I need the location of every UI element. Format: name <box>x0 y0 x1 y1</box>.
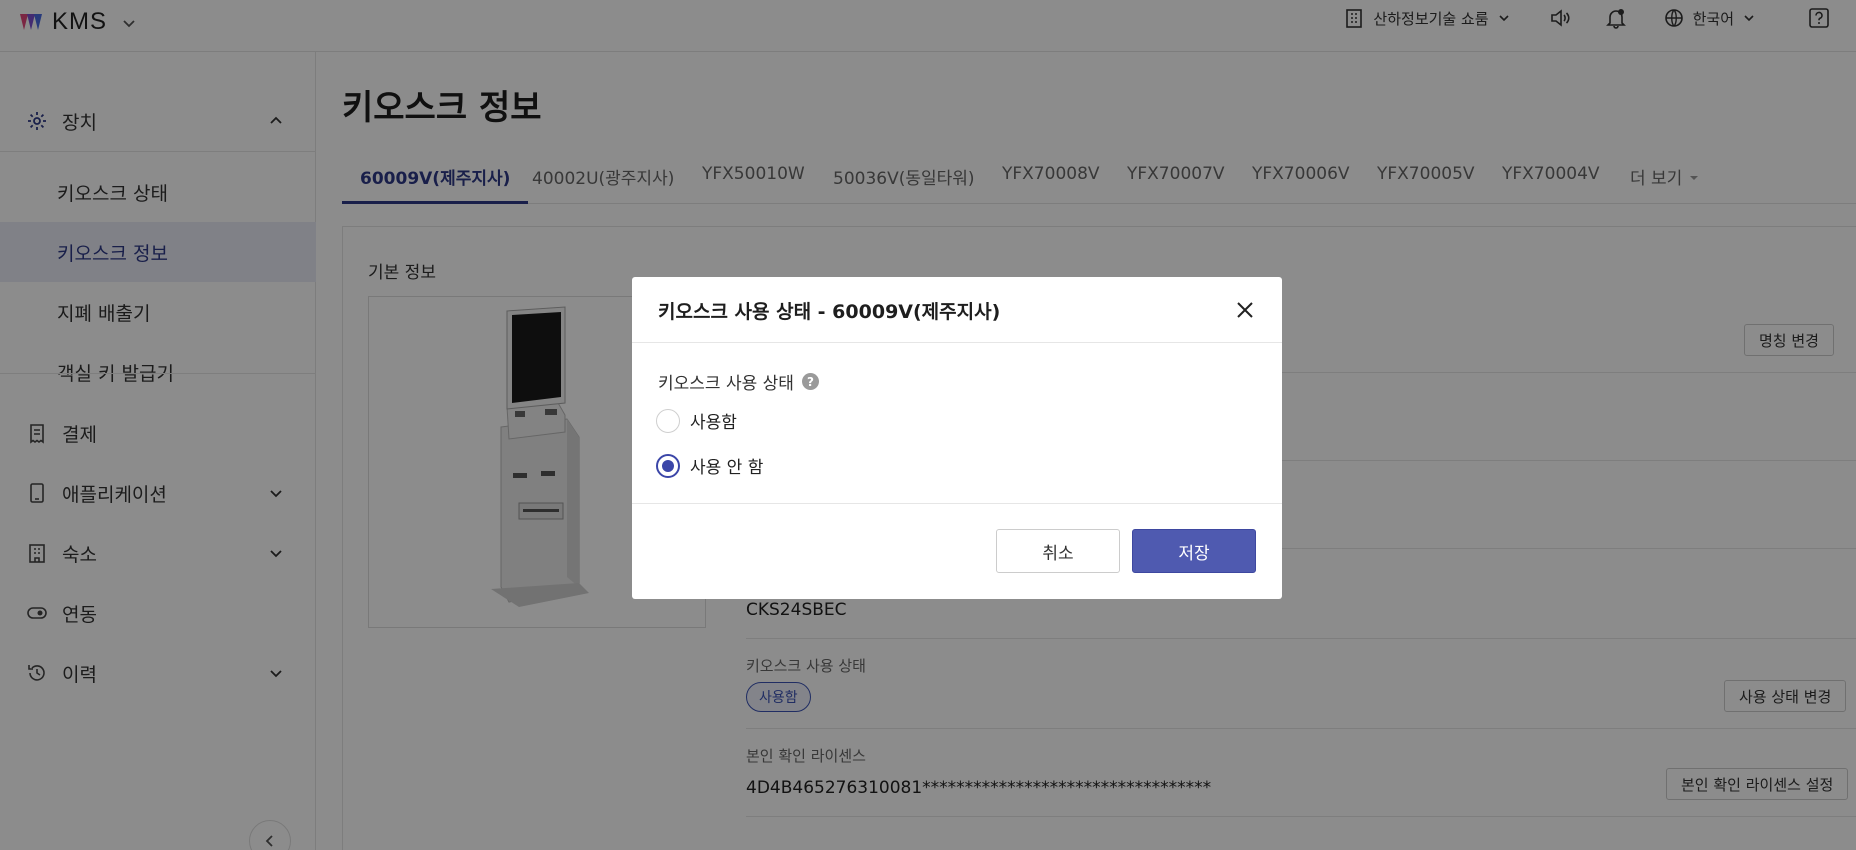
radio-label: 사용함 <box>690 413 737 433</box>
radio-option-disabled[interactable]: 사용 안 함 <box>656 453 763 478</box>
usage-status-dialog: 키오스크 사용 상태 - 60009V(제주지사) 키오스크 사용 상태 ? 사… <box>632 277 1282 599</box>
close-icon[interactable] <box>1232 297 1258 323</box>
cancel-button[interactable]: 취소 <box>996 529 1120 573</box>
dialog-title: 키오스크 사용 상태 - 60009V(제주지사) <box>658 301 1001 323</box>
radio-button[interactable] <box>656 408 680 433</box>
radio-label: 사용 안 함 <box>690 458 764 478</box>
dialog-footer-divider <box>632 503 1282 504</box>
help-icon[interactable]: ? <box>801 373 819 390</box>
field-label-text: 키오스크 사용 상태 <box>658 374 794 394</box>
save-button[interactable]: 저장 <box>1132 529 1256 573</box>
radio-button[interactable] <box>656 453 680 478</box>
radio-option-enabled[interactable]: 사용함 <box>656 408 737 433</box>
field-label: 키오스크 사용 상태 ? <box>658 369 819 394</box>
dialog-header: 키오스크 사용 상태 - 60009V(제주지사) <box>632 277 1282 343</box>
